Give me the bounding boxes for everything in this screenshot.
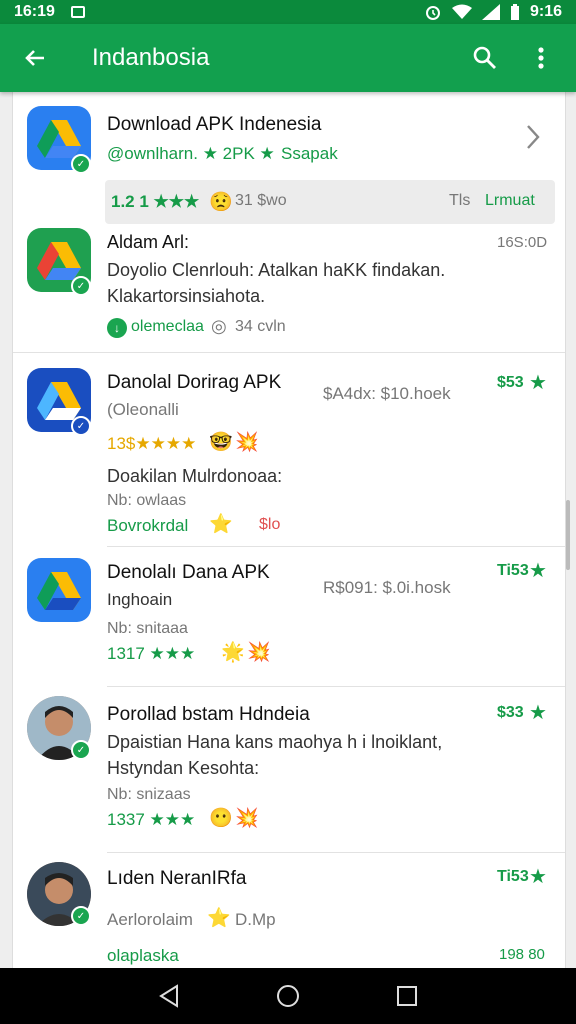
app-name: Lıden NeranIRfa [107,868,247,889]
search-button[interactable] [468,41,502,75]
star-icon: ★ [529,702,547,724]
app-developer: (Oleonalli [107,400,179,419]
page-title: Indanbosia [92,44,210,71]
app-description: Dpaistian Hana kans maohya h i lnoiklant… [107,732,443,752]
app-footer: olaplaska [107,946,179,965]
star-emoji-icon: ⭐ [207,908,231,929]
more-vert-icon [538,47,544,69]
app-note: Nb: snizaas [107,786,191,803]
app-description-2: Klakartorsinsiahota. [107,286,266,306]
app-footer: olemeclaa [131,318,204,335]
app-price: $53 [497,374,524,391]
rating-value: 1.2 1 ★★★ [111,192,200,211]
app-name: Download APK Indenesia [107,114,322,135]
app-note: Nb: snitaaa [107,620,188,637]
face-emoji-icon: 😟 [209,192,233,213]
star-icon: ★ [529,560,547,582]
list-item[interactable]: ✓ Lıden NeranIRfa Ti53 ★ Aerlorolaim ⭐ D… [13,854,565,968]
app-icon [27,558,91,622]
wifi-icon [451,4,472,19]
app-name: Aldam Arl: [107,232,190,252]
status-bar: 16:19 9:16 [0,0,576,24]
verified-icon: ✓ [71,154,91,174]
overflow-menu-button[interactable] [524,41,558,75]
app-description: Doyolio Clenrlouh: Atalkan haKK findakan… [107,260,446,280]
app-description: Doakilan Mulrdonoaa: [107,466,283,486]
app-description-2: Hstyndan Kesohta: [107,758,260,778]
arrow-back-icon [25,50,44,66]
search-icon [473,46,496,69]
app-name: Danolal Dorirag APK [107,372,282,393]
app-price-range: $A4dx: $10.hoek [323,384,451,403]
download-icon: ↓ [107,318,127,338]
app-note: Nb: owlaas [107,492,187,509]
verified-icon: ✓ [71,416,91,436]
app-meta-secondary: Ssapak [281,144,338,163]
app-rating: 1317 ★★★ [107,644,196,663]
rating-extra: 31 $wo [235,192,287,209]
app-price: $33 [497,704,524,721]
app-price: Ti53 [497,868,529,885]
clock-icon: ◎ [211,316,227,336]
results-list[interactable]: ✓ Download APK Indenesia @ownlharn. ★ 2P… [12,92,566,968]
app-meta: @ownlharn. ★ 2PK ★ [107,144,275,163]
rating-bar: 1.2 1 ★★★ 😟 31 $wo Tls Lrmuat [105,180,555,224]
status-time: 16:19 [14,3,55,20]
back-button[interactable] [18,41,52,75]
system-nav-bar [0,968,576,1024]
install-tag[interactable]: Lrmuat [485,192,535,210]
star-emoji-icon: ⭐ [209,514,233,535]
verified-icon: ✓ [71,740,91,760]
app-footer-2: 34 cvln [235,318,286,335]
list-item[interactable]: Denolalı Dana APK R$091: $.0i.hosk Ti53 … [13,548,565,686]
sparkle-icon: 💥 [235,432,259,453]
app-bar: Indanbosia [0,24,576,92]
divider [107,852,565,853]
drive-logo-icon [37,572,81,610]
sparkle-icon: 💥 [235,808,259,829]
status-clock: 9:16 [529,3,562,20]
star-emoji-icon: 🌟 [221,642,245,663]
app-footer-price: 198 80 [499,946,545,963]
app-rating: 13$★★★★ [107,434,197,453]
notification-icon [70,6,85,18]
app-time: 16S:0D [497,234,548,251]
face-emoji-icon: 🤓 [209,432,233,453]
app-developer-extra: D.Mp [235,910,276,929]
divider [107,546,565,547]
scrollbar[interactable] [566,500,570,570]
app-footer-extra: $lo [259,516,281,533]
recents-nav-icon[interactable] [396,985,418,1007]
list-item[interactable]: ✓ Porollad bstam Hdndeia $33 ★ Dpaistian… [13,688,565,852]
list-item[interactable]: ✓ Aldam Arl: 16S:0D Doyolio Clenrlouh: A… [13,220,565,350]
app-name: Denolalı Dana APK [107,562,270,583]
app-name: Porollad bstam Hdndeia [107,704,310,725]
verified-icon: ✓ [71,276,91,296]
star-icon: ★ [529,372,547,394]
back-nav-icon[interactable] [158,984,180,1008]
divider [13,352,565,353]
app-developer: Inghoain [107,590,173,609]
alarm-icon [425,6,440,20]
app-price-range: R$091: $.0i.hosk [323,578,451,597]
signal-icon [481,4,500,20]
tag-prefix: Tls [449,192,471,209]
sparkle-icon: 💥 [247,642,271,663]
app-rating: 1337 ★★★ [107,810,196,829]
chevron-right-icon[interactable] [525,124,541,150]
verified-icon: ✓ [71,906,91,926]
divider [107,686,565,687]
battery-icon [510,4,519,20]
face-emoji-icon: 😶 [209,808,233,829]
home-nav-icon[interactable] [276,984,300,1008]
app-developer: Aerlorolaim [107,910,193,929]
star-icon: ★ [529,866,547,888]
app-price: Ti53 [497,562,529,579]
app-footer: Bovrokrdal [107,516,189,535]
list-item[interactable]: ✓ Danolal Dorirag APK $A4dx: $10.hoek $5… [13,354,565,544]
